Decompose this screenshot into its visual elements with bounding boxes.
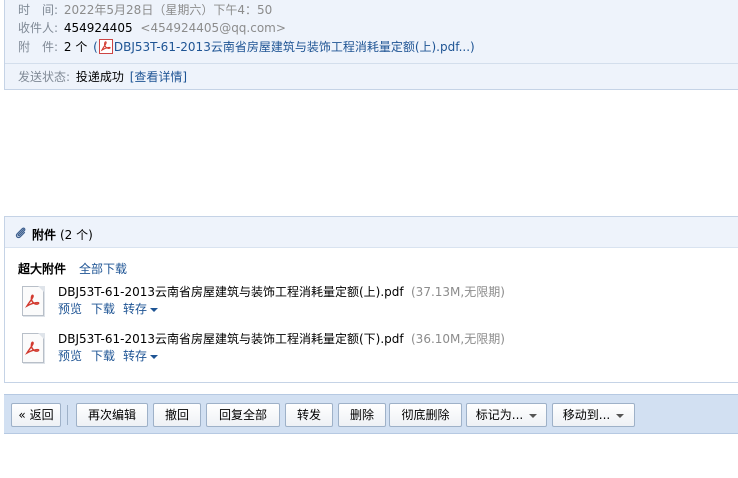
recipient-email: <454924405@qq.com> bbox=[140, 21, 286, 35]
file-meta: (36.10M,无限期) bbox=[411, 332, 505, 346]
save-to-link[interactable]: 转存 bbox=[123, 347, 159, 364]
pdf-icon bbox=[98, 39, 113, 54]
time-row: 时 间: 2022年5月28日（星期六）下午4：50 bbox=[18, 1, 272, 18]
recall-button[interactable]: 撤回 bbox=[153, 403, 201, 427]
time-value: 2022年5月28日（星期六）下午4：50 bbox=[63, 3, 273, 17]
status-bar: 发送状态: 投递成功 [查看详情] bbox=[5, 63, 738, 90]
attachment-open-paren: ( bbox=[93, 40, 98, 54]
action-toolbar: « 返回 再次编辑 撤回 回复全部 转发 删除 彻底删除 标记为... 移动到.… bbox=[4, 394, 738, 434]
attachment-preview-link[interactable]: DBJ53T-61-2013云南省房屋建筑与装饰工程消耗量定额(上).pdf..… bbox=[114, 40, 470, 54]
recipient-row: 收件人: 454924405 <454924405@qq.com> bbox=[18, 19, 286, 36]
status-detail-link[interactable]: [查看详情] bbox=[130, 70, 187, 84]
edit-again-button[interactable]: 再次编辑 bbox=[76, 403, 148, 427]
attachment-count: 2 个 bbox=[63, 40, 88, 54]
attachments-count: (2 个) bbox=[60, 228, 93, 242]
reply-all-button[interactable]: 回复全部 bbox=[206, 403, 280, 427]
recipient-name[interactable]: 454924405 bbox=[64, 21, 133, 35]
toolbar-divider bbox=[67, 405, 68, 425]
attachments-header: 附件 (2 个) bbox=[5, 216, 738, 248]
chevron-down-icon bbox=[150, 307, 159, 312]
file-name[interactable]: DBJ53T-61-2013云南省房屋建筑与装饰工程消耗量定额(下).pdf bbox=[58, 330, 404, 347]
preview-link[interactable]: 预览 bbox=[58, 300, 82, 317]
chevron-down-icon bbox=[616, 413, 625, 418]
status-label: 发送状态: bbox=[18, 70, 71, 84]
status-value: 投递成功 bbox=[75, 70, 124, 84]
download-link[interactable]: 下载 bbox=[91, 347, 115, 364]
file-name[interactable]: DBJ53T-61-2013云南省房屋建筑与装饰工程消耗量定额(上).pdf bbox=[58, 283, 404, 300]
mail-header: 时 间: 2022年5月28日（星期六）下午4：50 收件人: 45492440… bbox=[4, 0, 738, 90]
chevron-down-icon bbox=[529, 413, 538, 418]
forward-button[interactable]: 转发 bbox=[285, 403, 333, 427]
download-link[interactable]: 下载 bbox=[91, 300, 115, 317]
pdf-file-icon[interactable] bbox=[20, 286, 46, 318]
attachment-label: 附 件: bbox=[18, 40, 59, 54]
attachment-row: 附 件: 2 个 ( DBJ53T-61-2013云南省房屋建筑与装饰工程消耗量… bbox=[18, 38, 475, 55]
save-to-link[interactable]: 转存 bbox=[123, 300, 159, 317]
preview-link[interactable]: 预览 bbox=[58, 347, 82, 364]
back-button[interactable]: « 返回 bbox=[11, 403, 61, 427]
recipient-label: 收件人: bbox=[18, 21, 59, 35]
paperclip-icon bbox=[14, 226, 28, 240]
file-meta: (37.13M,无限期) bbox=[411, 285, 505, 299]
time-label: 时 间: bbox=[18, 3, 59, 17]
pdf-file-icon[interactable] bbox=[20, 333, 46, 365]
status-row: 发送状态: 投递成功 [查看详情] bbox=[18, 68, 187, 85]
attachments-title: 附件 bbox=[32, 228, 57, 242]
delete-permanently-button[interactable]: 彻底删除 bbox=[389, 403, 462, 427]
move-to-dropdown[interactable]: 移动到... bbox=[552, 403, 635, 427]
download-all-link[interactable]: 全部下载 bbox=[79, 260, 127, 277]
attachments-panel: 附件 (2 个) 超大附件 全部下载 DBJ53T-61-2013云南省房屋建筑… bbox=[4, 216, 738, 383]
attachment-close-paren: ) bbox=[470, 40, 475, 54]
section-label: 超大附件 bbox=[18, 262, 67, 276]
chevron-down-icon bbox=[150, 354, 159, 359]
delete-button[interactable]: 删除 bbox=[338, 403, 386, 427]
mark-as-dropdown[interactable]: 标记为... bbox=[466, 403, 547, 427]
